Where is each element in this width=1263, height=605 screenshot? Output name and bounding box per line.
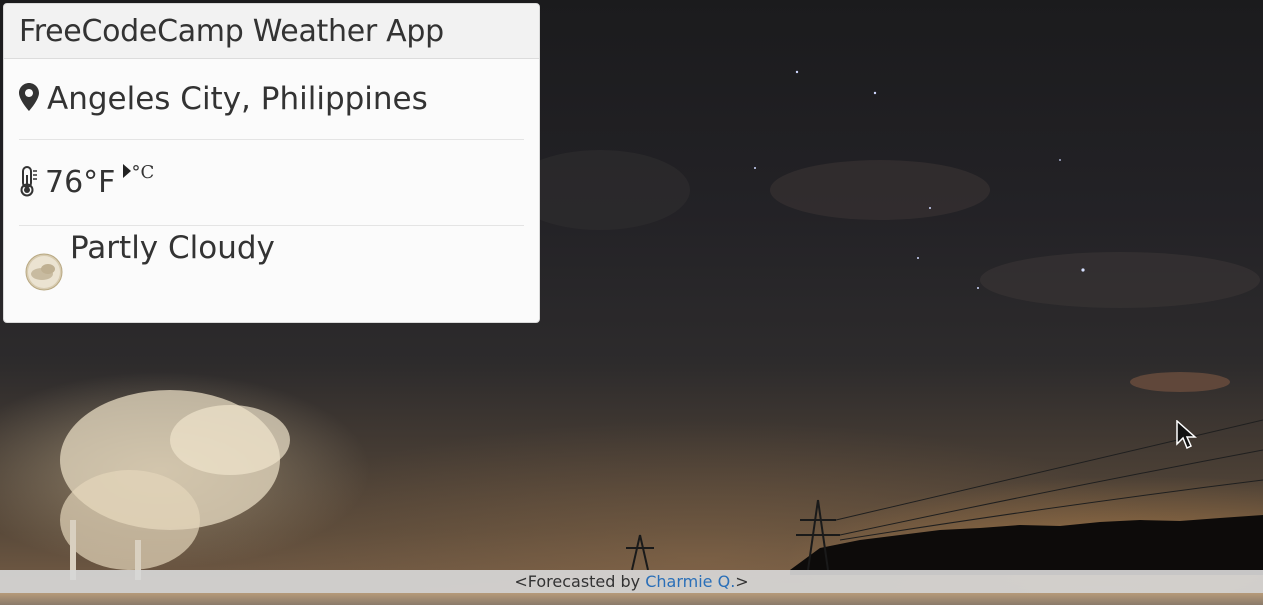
author-link[interactable]: Charmie Q. <box>645 572 735 591</box>
footer-prefix: <Forecasted by <box>514 572 646 591</box>
temperature-value: 76°F <box>45 165 116 200</box>
card-header: FreeCodeCamp Weather App <box>4 4 539 59</box>
footer-suffix: > <box>735 572 749 591</box>
location-row: Angeles City, Philippines <box>19 59 524 140</box>
location-text: Angeles City, Philippines <box>47 81 428 117</box>
mouse-cursor-icon <box>1176 419 1198 456</box>
footer: <Forecasted by Charmie Q.> <box>0 570 1263 593</box>
temperature-row: 76°F °C <box>19 140 524 226</box>
thermometer-icon <box>19 165 39 201</box>
caret-right-icon <box>123 162 132 183</box>
app-title: FreeCodeCamp Weather App <box>19 13 444 49</box>
condition-row: Partly Cloudy <box>19 226 524 316</box>
map-marker-icon <box>19 83 39 115</box>
partly-cloudy-icon <box>24 252 64 292</box>
condition-text: Partly Cloudy <box>70 230 275 266</box>
weather-card: FreeCodeCamp Weather App Angeles City, P… <box>3 3 540 323</box>
footer-strip <box>0 593 1263 605</box>
unit-toggle-button[interactable]: °C <box>123 162 154 183</box>
unit-toggle-label: °C <box>131 162 155 183</box>
